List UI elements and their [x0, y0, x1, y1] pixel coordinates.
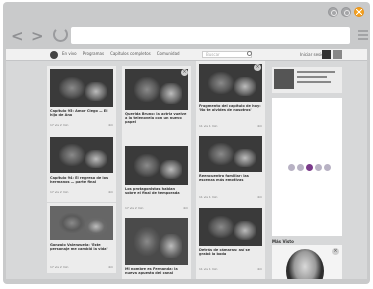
sidebar-photo[interactable]: ×	[272, 245, 342, 279]
article-headline[interactable]: Reencuentro familiar: las escenas más em…	[199, 174, 261, 182]
article-meta: 17 vis 2 min	[50, 265, 69, 269]
site-logo[interactable]	[50, 51, 58, 59]
article-meta: 17 vis 2 min	[50, 123, 69, 127]
article-duration: 4m	[108, 265, 113, 269]
account-button[interactable]	[322, 50, 331, 59]
promo-text-line	[297, 81, 331, 83]
loading-dot	[324, 164, 331, 171]
sidebar-promo[interactable]	[272, 67, 342, 93]
article-card[interactable]: Capítulo 94: El regreso de los hermanos …	[47, 134, 116, 202]
sidebar-section-label: Más Visto	[272, 239, 294, 244]
back-icon[interactable]: <	[11, 29, 24, 44]
nav-item[interactable]: Capítulos completos	[110, 51, 151, 56]
article-headline[interactable]: Gonzalo Valenzuela: 'Este personaje me c…	[50, 243, 112, 251]
close-icon[interactable]: ×	[181, 69, 188, 76]
forward-icon[interactable]: >	[31, 29, 44, 44]
article-headline[interactable]: Capítulo 95: Amor Ciego — El hijo de Ana	[50, 109, 112, 117]
ad-panel	[272, 98, 342, 236]
article-meta: 11 vis 1 min	[199, 195, 218, 199]
close-icon[interactable]: ×	[332, 248, 339, 255]
article-thumbnail[interactable]	[125, 69, 188, 110]
article-meta: 17 vis 2 min	[125, 206, 144, 210]
article-thumbnail[interactable]	[199, 208, 262, 246]
loading-indicator	[288, 164, 331, 171]
nav-item[interactable]: Comunidad	[157, 51, 180, 56]
loading-dot	[288, 164, 295, 171]
portrait-image	[286, 249, 324, 279]
article-card[interactable]: Mi nombre es Fernanda: la nueva apuesta …	[122, 215, 191, 279]
article-thumbnail[interactable]	[50, 206, 113, 240]
article-thumbnail[interactable]	[125, 218, 188, 265]
article-headline[interactable]: Mi nombre es Fernanda: la nueva apuesta …	[125, 267, 187, 275]
article-card[interactable]: Detrás de cámaras: así se grabó la boda …	[196, 205, 265, 279]
close-icon[interactable]	[354, 7, 364, 17]
address-bar[interactable]	[71, 27, 350, 44]
article-duration: 4m	[108, 123, 113, 127]
article-card[interactable]: Gonzalo Valenzuela: 'Este personaje me c…	[47, 203, 116, 273]
article-headline[interactable]: Los protagonistas hablan sobre el final …	[125, 187, 187, 195]
article-thumbnail[interactable]	[199, 136, 262, 172]
site-nav: En vivo Programas Capítulos completos Co…	[62, 51, 180, 56]
article-duration: 4m	[257, 195, 262, 199]
loading-dot	[315, 164, 322, 171]
article-thumbnail[interactable]	[50, 137, 113, 173]
close-icon[interactable]: ×	[254, 64, 261, 71]
article-duration: 4m	[257, 124, 262, 128]
web-page: En vivo Programas Capítulos completos Co…	[6, 49, 367, 279]
menu-icon[interactable]	[358, 30, 368, 40]
article-duration: 4m	[183, 206, 188, 210]
nav-item[interactable]: Programas	[83, 51, 104, 56]
reload-icon[interactable]	[53, 27, 68, 42]
loading-dot	[297, 164, 304, 171]
article-thumbnail[interactable]	[50, 69, 113, 107]
minimize-icon[interactable]	[328, 7, 338, 17]
article-card[interactable]: Capítulo 95: Amor Ciego — El hijo de Ana…	[47, 66, 116, 134]
article-headline[interactable]: Fragmento del capítulo de hoy: 'No te ol…	[199, 104, 261, 112]
loading-dot	[306, 164, 313, 171]
maximize-icon[interactable]	[341, 7, 351, 17]
article-headline[interactable]: Querida Bruno: la actriz vuelve a la tel…	[125, 112, 187, 124]
article-headline[interactable]: Capítulo 94: El regreso de los hermanos …	[50, 176, 112, 184]
article-meta: 11 vis 1 min	[199, 124, 218, 128]
article-card[interactable]: Reencuentro familiar: las escenas más em…	[196, 133, 265, 205]
article-duration: 4m	[108, 190, 113, 194]
article-meta: 11 vis 1 min	[199, 267, 218, 271]
article-card[interactable]: × Fragmento del capítulo de hoy: 'No te …	[196, 61, 265, 133]
article-thumbnail[interactable]	[199, 64, 262, 102]
site-search-input[interactable]: Buscar	[202, 51, 252, 58]
browser-window: < > En vivo Programas Capítulos completo…	[3, 2, 370, 284]
search-icon[interactable]	[247, 51, 252, 56]
article-card[interactable]: Los protagonistas hablan sobre el final …	[122, 143, 191, 215]
article-thumbnail[interactable]	[125, 146, 188, 185]
article-duration: 4m	[257, 267, 262, 271]
settings-button[interactable]	[333, 50, 342, 59]
promo-thumbnail[interactable]	[274, 69, 294, 89]
promo-text-line	[297, 76, 327, 78]
promo-text-line	[297, 71, 335, 73]
article-headline[interactable]: Detrás de cámaras: así se grabó la boda	[199, 248, 261, 256]
article-meta: 17 vis 2 min	[50, 190, 69, 194]
site-header: En vivo Programas Capítulos completos Co…	[6, 49, 367, 61]
nav-item[interactable]: En vivo	[62, 51, 77, 56]
